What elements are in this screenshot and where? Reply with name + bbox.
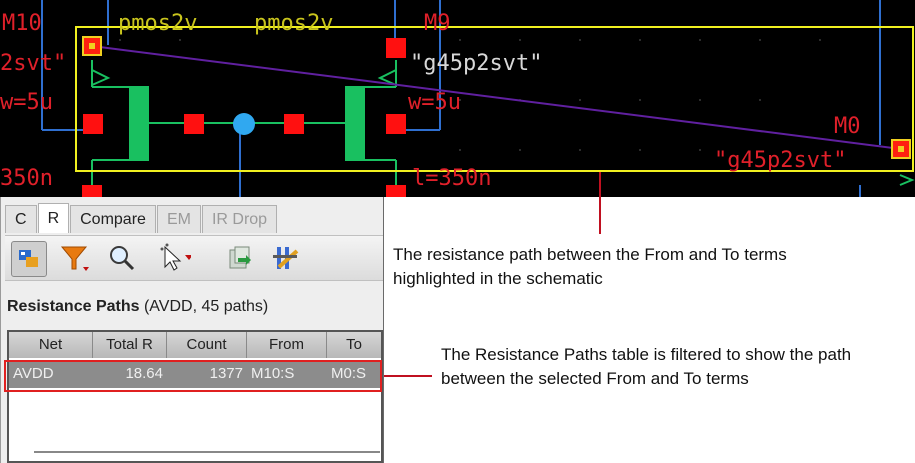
table-scroll-divider xyxy=(34,451,380,453)
filter-icon[interactable] xyxy=(57,241,91,275)
magnifier-icon[interactable] xyxy=(105,241,139,275)
label-m10: M10 xyxy=(2,11,42,36)
export-icon[interactable] xyxy=(223,241,257,275)
callout-table-note: The Resistance Paths table is filtered t… xyxy=(441,345,852,388)
probe-icon[interactable] xyxy=(11,241,47,277)
resistance-paths-table: Net Total R Count From To AVDD 18.64 137… xyxy=(7,330,383,463)
column-header-count[interactable]: Count xyxy=(167,332,247,358)
tab-c[interactable]: C xyxy=(5,205,37,233)
settings-icon[interactable] xyxy=(269,241,303,275)
tab-compare[interactable]: Compare xyxy=(70,205,156,233)
column-header-net[interactable]: Net xyxy=(9,332,93,358)
resistance-paths-heading: Resistance Paths (AVDD, 45 paths) xyxy=(7,298,268,316)
table-header: Net Total R Count From To xyxy=(9,332,381,358)
label-model-right: "g45p2svt" xyxy=(714,148,847,173)
select-pointer-icon[interactable] xyxy=(157,241,191,275)
column-header-from[interactable]: From xyxy=(247,332,327,358)
schematic-canvas[interactable]: M10 pmos2v pmos2v M9 2svt" "g45p2svt" w=… xyxy=(0,0,915,197)
tab-em[interactable]: EM xyxy=(156,205,201,233)
callout-line-schematic xyxy=(599,172,601,234)
panel-tabs: C R Compare EM IR Drop xyxy=(5,203,278,233)
panel-toolbar xyxy=(5,235,383,281)
label-w-left: w=5u xyxy=(0,90,53,115)
column-header-total-r[interactable]: Total R xyxy=(93,332,167,358)
callout-line-table xyxy=(384,375,432,377)
callout-schematic-note: The resistance path between the From and… xyxy=(393,245,787,288)
heading-subtitle: (AVDD, 45 paths) xyxy=(143,298,269,315)
label-m9: M9 xyxy=(424,11,451,36)
label-pmos-b: pmos2v xyxy=(254,11,334,36)
label-w-mid: w=5u xyxy=(408,90,461,115)
to-term-marker xyxy=(891,139,911,159)
label-model-mid: "g45p2svt" xyxy=(410,51,543,76)
tab-ir-drop[interactable]: IR Drop xyxy=(201,205,278,233)
label-m0: M0 xyxy=(834,114,861,139)
tab-r[interactable]: R xyxy=(37,203,70,233)
label-model-left: 2svt" xyxy=(0,51,67,76)
from-term-marker xyxy=(82,36,102,56)
label-l-mid: l=350n xyxy=(412,166,492,191)
label-pmos-a: pmos2v xyxy=(118,11,198,36)
column-header-to[interactable]: To xyxy=(327,332,381,358)
heading-title: Resistance Paths xyxy=(7,298,140,315)
label-l-left: 350n xyxy=(0,166,53,191)
row-highlight-box xyxy=(4,360,382,392)
net-node xyxy=(233,113,255,135)
resistance-panel: C R Compare EM IR Drop Resistance Paths … xyxy=(0,197,384,463)
